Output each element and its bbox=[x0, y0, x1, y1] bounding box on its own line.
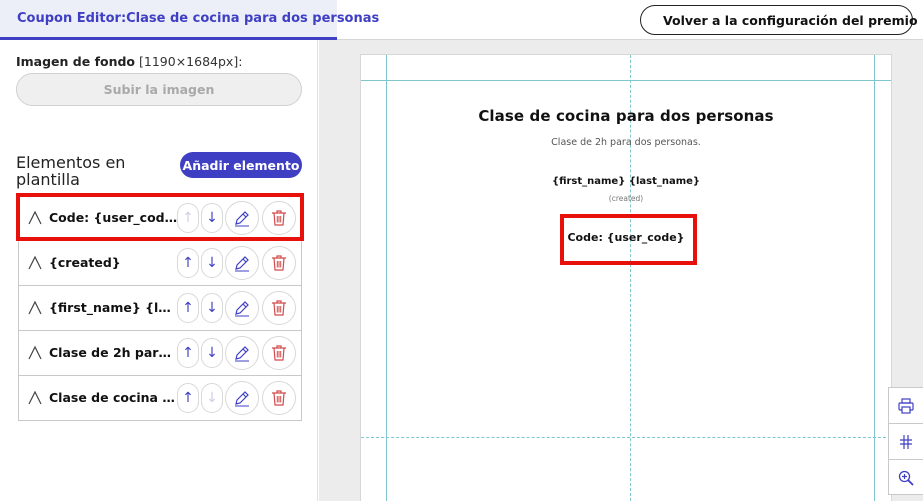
element-name: {created} bbox=[49, 255, 121, 270]
margin-guide-top bbox=[361, 80, 891, 81]
edit-element-button[interactable] bbox=[225, 336, 259, 370]
canvas-name-text[interactable]: {first_name} {last_name} bbox=[361, 176, 891, 187]
edit-element-button[interactable] bbox=[225, 246, 259, 280]
tab-coupon-editor[interactable]: Coupon Editor:Clase de cocina para dos p… bbox=[0, 0, 379, 40]
canvas-subtitle-text[interactable]: Clase de 2h para dos personas. bbox=[361, 137, 891, 148]
edit-element-button[interactable] bbox=[225, 291, 259, 325]
text-type-icon bbox=[28, 255, 42, 270]
move-up-button[interactable]: ↑ bbox=[177, 248, 199, 278]
element-name: Clase de cocina para dos personas bbox=[49, 390, 179, 405]
trash-icon bbox=[272, 345, 286, 361]
background-image-label: Imagen de fondo [1190×1684px]: bbox=[16, 54, 242, 69]
canvas-created-text[interactable]: (created) bbox=[361, 194, 891, 203]
sidebar: Imagen de fondo [1190×1684px]: Subir la … bbox=[0, 40, 318, 501]
back-to-prize-settings-button[interactable]: Volver a la configuración del premio bbox=[640, 5, 918, 35]
move-up-button[interactable]: ↑ bbox=[177, 383, 199, 413]
highlight-canvas-code bbox=[560, 214, 697, 265]
move-down-button[interactable]: ↓ bbox=[201, 338, 223, 368]
canvas-area: Clase de cocina para dos personas Clase … bbox=[319, 40, 923, 501]
move-down-button[interactable]: ↓ bbox=[201, 383, 223, 413]
canvas-title-text[interactable]: Clase de cocina para dos personas bbox=[361, 107, 891, 125]
element-row[interactable]: {first_name} {last_name}↑↓ bbox=[19, 286, 301, 331]
trash-icon bbox=[272, 255, 286, 271]
coupon-canvas[interactable]: Clase de cocina para dos personas Clase … bbox=[360, 54, 892, 501]
background-image-size: [1190×1684px]: bbox=[139, 54, 243, 69]
zoom-in-icon bbox=[898, 470, 914, 486]
text-type-icon bbox=[28, 300, 42, 315]
element-name: {first_name} {last_name} bbox=[49, 300, 179, 315]
top-bar: Coupon Editor:Clase de cocina para dos p… bbox=[0, 0, 923, 40]
move-down-button[interactable]: ↓ bbox=[201, 293, 223, 323]
element-row[interactable]: Clase de 2h para dos personas.↑↓ bbox=[19, 331, 301, 376]
pencil-icon bbox=[235, 346, 249, 362]
add-element-button[interactable]: Añadir elemento bbox=[180, 152, 302, 178]
delete-element-button[interactable] bbox=[262, 381, 296, 415]
delete-element-button[interactable] bbox=[262, 336, 296, 370]
zoom-in-button[interactable] bbox=[889, 460, 923, 496]
move-down-button[interactable]: ↓ bbox=[201, 248, 223, 278]
pencil-icon bbox=[235, 301, 249, 317]
trash-icon bbox=[272, 390, 286, 406]
center-guide-horizontal bbox=[361, 437, 891, 438]
text-type-icon bbox=[28, 345, 42, 360]
move-up-button[interactable]: ↑ bbox=[177, 338, 199, 368]
elements-title: Elementos en plantilla bbox=[16, 153, 126, 189]
delete-element-button[interactable] bbox=[262, 246, 296, 280]
back-button-label: Volver a la configuración del premio bbox=[663, 12, 918, 28]
print-button[interactable] bbox=[889, 388, 923, 424]
element-row[interactable]: Clase de cocina para dos personas↑↓ bbox=[19, 376, 301, 421]
background-image-title: Imagen de fondo bbox=[16, 54, 136, 69]
grid-icon bbox=[900, 434, 912, 449]
edit-element-button[interactable] bbox=[225, 381, 259, 415]
pencil-icon bbox=[235, 256, 249, 272]
trash-icon bbox=[272, 300, 286, 316]
element-row[interactable]: {created} ↑ ↓ bbox=[19, 241, 301, 286]
pencil-icon bbox=[235, 391, 249, 407]
printer-icon bbox=[898, 397, 914, 414]
toggle-grid-button[interactable] bbox=[889, 424, 923, 460]
canvas-toolbar bbox=[888, 387, 923, 495]
text-type-icon bbox=[28, 390, 42, 405]
element-name: Clase de 2h para dos personas. bbox=[49, 345, 179, 360]
upload-image-button[interactable]: Subir la imagen bbox=[16, 73, 302, 106]
delete-element-button[interactable] bbox=[262, 291, 296, 325]
move-up-button[interactable]: ↑ bbox=[177, 293, 199, 323]
highlight-selected-element bbox=[16, 193, 304, 241]
